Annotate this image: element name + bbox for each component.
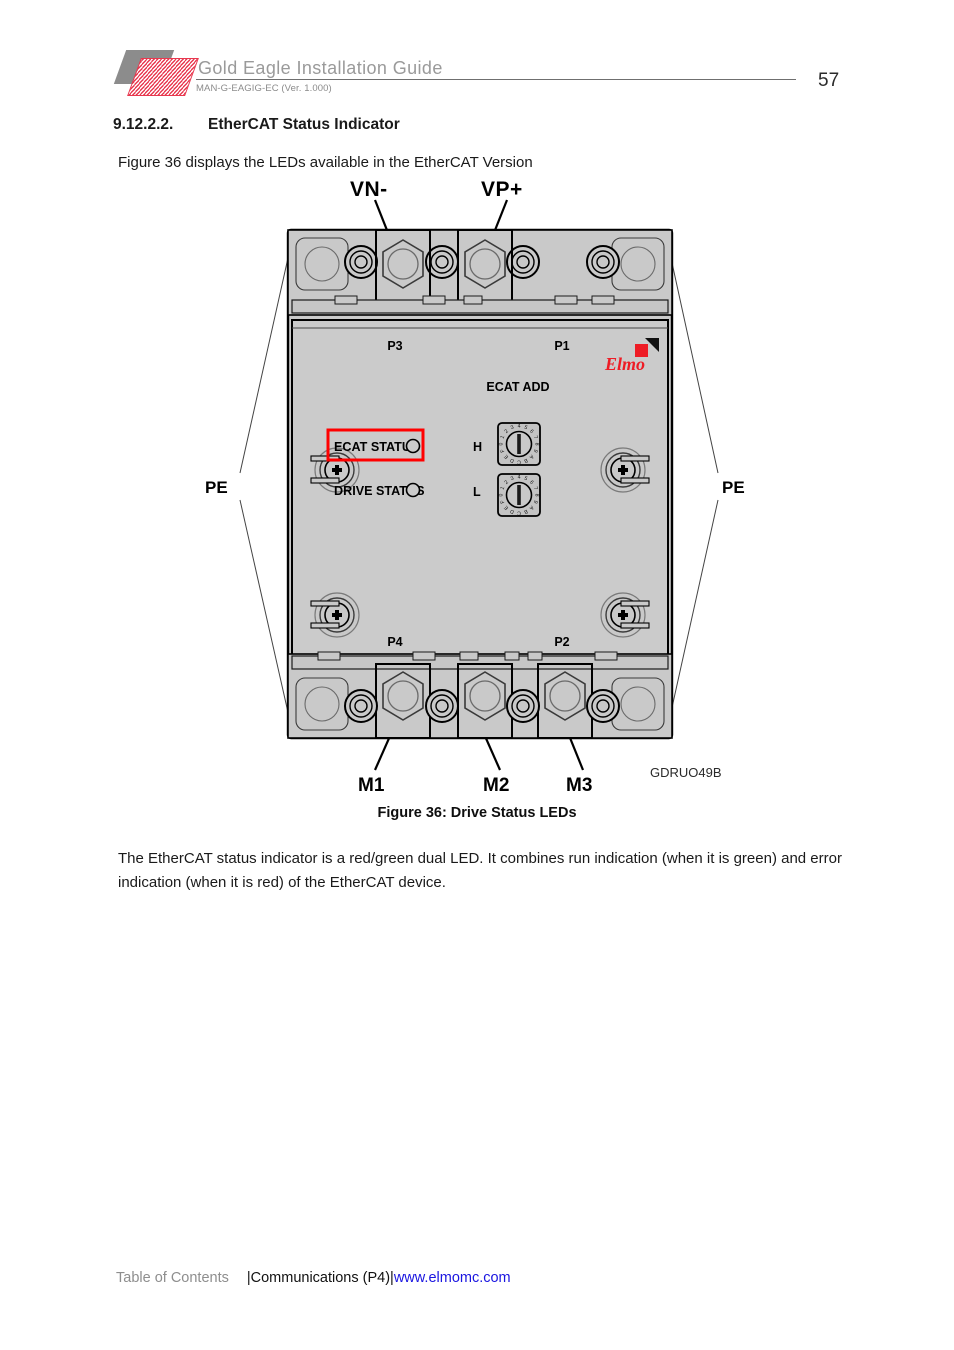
svg-text:8: 8: [534, 494, 540, 497]
website-link[interactable]: www.elmomc.com: [394, 1270, 511, 1286]
switch-label-low: L: [473, 485, 481, 499]
footer-breadcrumb: |Communications (P4)|: [246, 1270, 394, 1286]
board-label-p3: P3: [387, 339, 402, 353]
drive-status-led-icon: [405, 482, 421, 498]
section-heading: 9.12.2.2. EtherCAT Status Indicator: [113, 116, 400, 134]
table-of-contents-link[interactable]: Table of Contents: [116, 1270, 229, 1286]
bottom-connector-band: [287, 651, 673, 739]
page-number: 57: [818, 70, 840, 91]
header-divider: [196, 79, 796, 80]
switch-label-high: H: [473, 440, 482, 454]
drawing-code: GDRUO49B: [650, 765, 722, 780]
document-version: MAN-G-EAGIG-EC (Ver. 1.000): [196, 83, 332, 94]
leader-line-pe-right-bottom: [666, 499, 719, 731]
document-title: Gold Eagle Installation Guide: [198, 58, 443, 78]
callout-vp-plus: VP+: [481, 178, 523, 201]
board-label-p1: P1: [554, 339, 569, 353]
svg-text:C: C: [517, 510, 521, 516]
svg-text:8: 8: [534, 443, 540, 446]
page-footer: Table of Contents |Communications (P4)|ww…: [116, 1270, 511, 1286]
drive-housing: P3 P1 P4 P2 ECAT ADD Elmo ECAT STATUS DR…: [286, 228, 674, 740]
svg-text:0: 0: [499, 493, 505, 496]
drive-technical-drawing: P3 P1 P4 P2 ECAT ADD Elmo ECAT STATUS DR…: [239, 199, 719, 771]
ecat-status-led-icon: [405, 438, 421, 454]
svg-text:0: 0: [499, 442, 505, 445]
intro-paragraph: Figure 36 displays the LEDs available in…: [118, 154, 533, 171]
callout-pe-right: PE: [722, 478, 745, 497]
callout-pe-left: PE: [205, 478, 228, 497]
board-label-p2: P2: [554, 635, 569, 649]
rotary-switch-high: 0 1 2 3 4 5 6 7 8 9 A B C D E F: [497, 422, 541, 466]
svg-text:4: 4: [518, 475, 521, 481]
callout-vn-minus: VN-: [350, 178, 388, 201]
elmo-board-logo-text: Elmo: [604, 354, 645, 374]
body-paragraph: The EtherCAT status indicator is a red/g…: [118, 850, 842, 892]
leader-line-pe-left-bottom: [239, 499, 293, 731]
section-number: 9.12.2.2.: [113, 116, 174, 133]
rotary-switch-low: 0 1 2 3 4 5 6 7 8 9 A B C D E F: [497, 473, 541, 517]
leader-line-pe-right-top: [666, 239, 719, 474]
board-label-ecat-add: ECAT ADD: [486, 380, 549, 394]
callout-m2: M2: [483, 775, 510, 796]
figure-caption: Figure 36: Drive Status LEDs: [377, 805, 577, 821]
figure-drive-status-leds: P3 P1 P4 P2 ECAT ADD Elmo ECAT STATUS DR…: [170, 178, 790, 808]
top-connector-band: [287, 229, 673, 316]
svg-text:4: 4: [518, 424, 521, 430]
leader-line-pe-left-top: [239, 239, 293, 474]
callout-m1: M1: [358, 775, 385, 796]
section-title: EtherCAT Status Indicator: [208, 116, 400, 133]
board-label-p4: P4: [387, 635, 402, 649]
page-header: Gold Eagle Installation Guide MAN-G-EAGI…: [0, 0, 954, 105]
svg-text:C: C: [517, 459, 521, 465]
logo-red-shape: [127, 58, 199, 96]
callout-m3: M3: [566, 775, 593, 796]
